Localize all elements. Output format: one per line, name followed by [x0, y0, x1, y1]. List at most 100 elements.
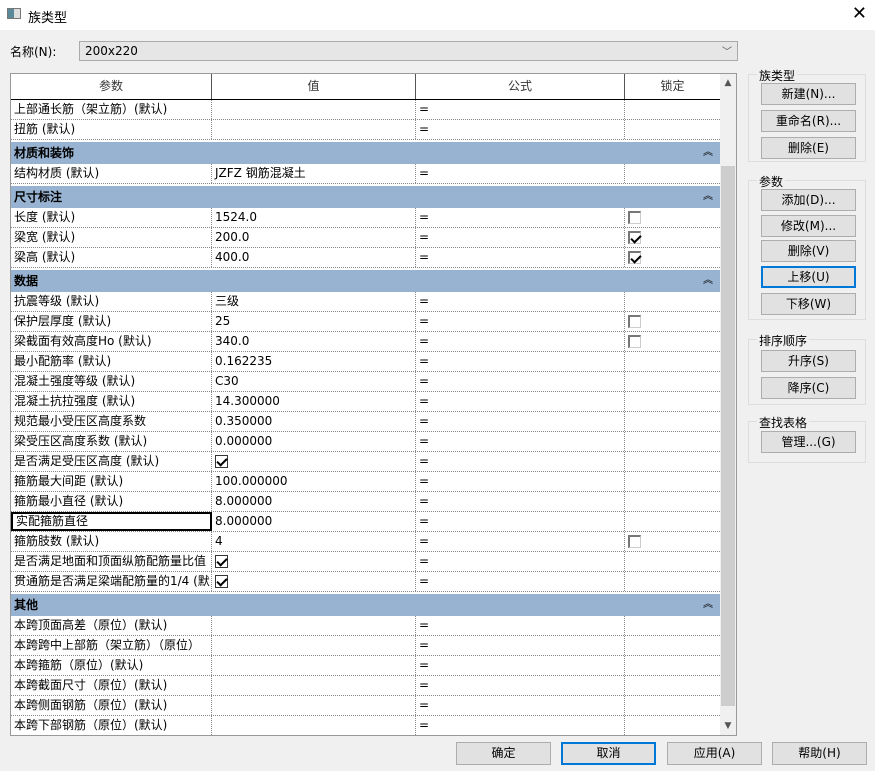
param-name[interactable]: 混凝土抗拉强度 (默认) — [11, 392, 212, 411]
param-name[interactable]: 结构材质 (默认) — [11, 164, 212, 183]
group-header[interactable]: 其他 ︽ — [11, 594, 721, 616]
table-row[interactable]: 梁高 (默认) 400.0 = — [11, 248, 736, 268]
collapse-icon[interactable]: ︽ — [703, 142, 713, 164]
group-header[interactable]: 尺寸标注 ︽ — [11, 186, 721, 208]
table-row[interactable]: 长度 (默认) 1524.0 = — [11, 208, 736, 228]
table-row[interactable]: 本跨顶面高差（原位）(默认) = — [11, 616, 736, 636]
param-value[interactable]: 14.300000 — [212, 392, 416, 411]
param-lock[interactable] — [625, 392, 721, 411]
table-row[interactable]: 规范最小受压区高度系数 0.350000 = — [11, 412, 736, 432]
param-name[interactable]: 长度 (默认) — [11, 208, 212, 227]
cancel-button[interactable]: 取消 — [561, 742, 656, 765]
param-value[interactable] — [212, 716, 416, 735]
param-formula[interactable]: = — [416, 412, 625, 431]
param-lock[interactable] — [625, 616, 721, 635]
table-row[interactable]: 梁截面有效高度Ho (默认) 340.0 = — [11, 332, 736, 352]
param-lock[interactable] — [625, 352, 721, 371]
delete-type-button[interactable]: 删除(E) — [761, 137, 856, 159]
param-formula[interactable]: = — [416, 100, 625, 119]
table-row[interactable]: 梁受压区高度系数 (默认) 0.000000 = — [11, 432, 736, 452]
param-formula[interactable]: = — [416, 572, 625, 591]
param-formula[interactable]: = — [416, 248, 625, 267]
param-formula[interactable]: = — [416, 532, 625, 551]
param-formula[interactable]: = — [416, 292, 625, 311]
param-lock[interactable] — [625, 412, 721, 431]
move-down-button[interactable]: 下移(W) — [761, 293, 856, 315]
param-value[interactable] — [212, 676, 416, 695]
param-name[interactable]: 抗震等级 (默认) — [11, 292, 212, 311]
param-value[interactable]: 340.0 — [212, 332, 416, 351]
group-header[interactable]: 数据 ︽ — [11, 270, 721, 292]
table-row[interactable]: 本跨下部钢筋（原位）(默认) = — [11, 716, 736, 735]
param-value[interactable]: 400.0 — [212, 248, 416, 267]
param-lock[interactable] — [625, 372, 721, 391]
param-value[interactable]: 25 — [212, 312, 416, 331]
param-lock[interactable] — [625, 120, 721, 139]
table-row[interactable]: 保护层厚度 (默认) 25 = — [11, 312, 736, 332]
param-formula[interactable]: = — [416, 164, 625, 183]
param-value[interactable]: 0.350000 — [212, 412, 416, 431]
manage-lookup-button[interactable]: 管理...(G) — [761, 431, 856, 453]
param-lock[interactable] — [625, 572, 721, 591]
table-row[interactable]: 箍筋最小直径 (默认) 8.000000 = — [11, 492, 736, 512]
param-name[interactable]: 最小配筋率 (默认) — [11, 352, 212, 371]
param-name[interactable]: 箍筋肢数 (默认) — [11, 532, 212, 551]
param-lock[interactable] — [625, 552, 721, 571]
param-formula[interactable]: = — [416, 228, 625, 247]
header-lock[interactable]: 锁定 — [625, 74, 721, 99]
ok-button[interactable]: 确定 — [456, 742, 551, 765]
add-parameter-button[interactable]: 添加(D)... — [761, 189, 856, 211]
param-formula[interactable]: = — [416, 636, 625, 655]
table-row[interactable]: 贯通筋是否满足梁端配筋量的1/4 (默 = — [11, 572, 736, 592]
value-checkbox[interactable] — [215, 455, 228, 468]
param-value[interactable]: 0.000000 — [212, 432, 416, 451]
group-header[interactable]: 材质和装饰 ︽ — [11, 142, 721, 164]
table-row[interactable]: 结构材质 (默认) JZFZ 钢筋混凝土 = — [11, 164, 736, 184]
sort-ascending-button[interactable]: 升序(S) — [761, 350, 856, 372]
lock-checkbox[interactable] — [628, 535, 641, 548]
header-formula[interactable]: 公式 — [416, 74, 625, 99]
param-name[interactable]: 贯通筋是否满足梁端配筋量的1/4 (默 — [11, 572, 212, 591]
param-formula[interactable]: = — [416, 616, 625, 635]
collapse-icon[interactable]: ︽ — [703, 594, 713, 616]
param-value[interactable]: 4 — [212, 532, 416, 551]
param-lock[interactable] — [625, 636, 721, 655]
lock-checkbox[interactable] — [628, 335, 641, 348]
table-row[interactable]: 梁宽 (默认) 200.0 = — [11, 228, 736, 248]
table-row[interactable]: 是否满足地面和顶面纵筋配筋量比值 = — [11, 552, 736, 572]
table-row[interactable]: 本跨侧面钢筋（原位）(默认) = — [11, 696, 736, 716]
param-name[interactable]: 本跨下部钢筋（原位）(默认) — [11, 716, 212, 735]
param-lock[interactable] — [625, 492, 721, 511]
param-lock[interactable] — [625, 676, 721, 695]
param-formula[interactable]: = — [416, 372, 625, 391]
param-formula[interactable]: = — [416, 432, 625, 451]
rename-type-button[interactable]: 重命名(R)... — [761, 110, 856, 132]
param-formula[interactable]: = — [416, 120, 625, 139]
param-name[interactable]: 本跨顶面高差（原位）(默认) — [11, 616, 212, 635]
param-value[interactable]: C30 — [212, 372, 416, 391]
apply-button[interactable]: 应用(A) — [667, 742, 762, 765]
table-row[interactable]: 本跨截面尺寸（原位）(默认) = — [11, 676, 736, 696]
param-lock[interactable] — [625, 656, 721, 675]
param-value[interactable]: 200.0 — [212, 228, 416, 247]
param-lock[interactable] — [625, 512, 721, 531]
table-row[interactable]: 抗震等级 (默认) 三级 = — [11, 292, 736, 312]
collapse-icon[interactable]: ︽ — [703, 270, 713, 292]
param-value[interactable] — [212, 120, 416, 139]
param-formula[interactable]: = — [416, 352, 625, 371]
param-value[interactable] — [212, 636, 416, 655]
table-row[interactable]: 本跨箍筋（原位）(默认) = — [11, 656, 736, 676]
param-formula[interactable]: = — [416, 676, 625, 695]
scroll-up-icon[interactable]: ▲ — [720, 78, 736, 88]
table-row[interactable]: 箍筋最大间距 (默认) 100.000000 = — [11, 472, 736, 492]
param-name[interactable]: 是否满足受压区高度 (默认) — [11, 452, 212, 471]
param-formula[interactable]: = — [416, 392, 625, 411]
param-value[interactable] — [212, 616, 416, 635]
param-value[interactable]: 三级 — [212, 292, 416, 311]
param-lock[interactable] — [625, 292, 721, 311]
param-name[interactable]: 梁截面有效高度Ho (默认) — [11, 332, 212, 351]
name-dropdown[interactable]: 200x220 ﹀ — [79, 41, 738, 61]
param-lock[interactable] — [625, 696, 721, 715]
param-name[interactable]: 本跨跨中上部筋（架立筋）（原位） — [11, 636, 212, 655]
table-row[interactable]: 上部通长筋（架立筋）(默认) = — [11, 100, 736, 120]
